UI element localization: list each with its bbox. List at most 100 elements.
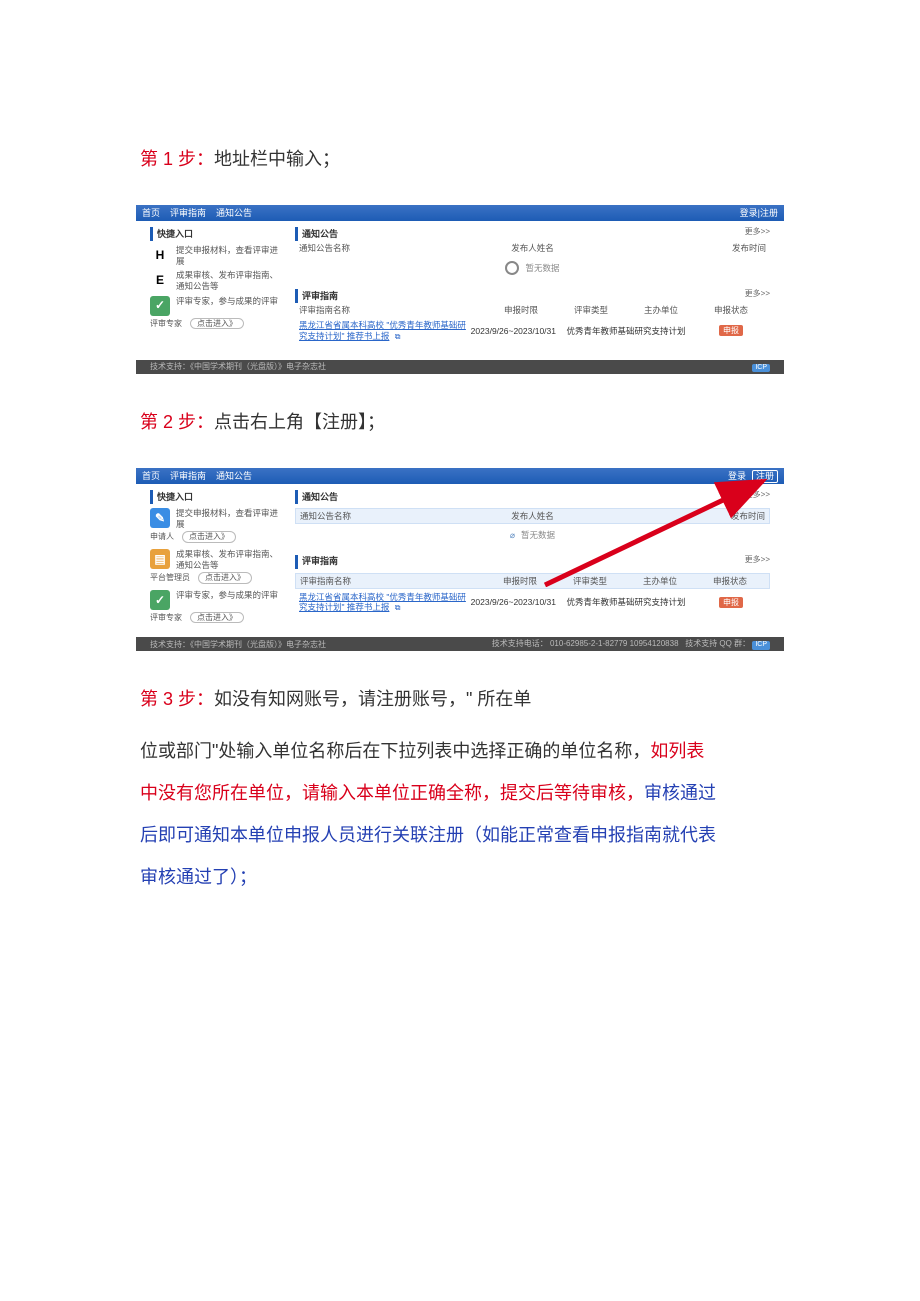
login-register-link[interactable]: 登录|注册 (740, 208, 778, 219)
screenshot-2: 首页 评审指南 通知公告 登录 注册 快捷入口 ✎ 提交申报材料，查看评审进展 (135, 467, 785, 652)
guide-col-name: 评审指南名称 (299, 305, 486, 315)
qq-badge: ICP (752, 641, 770, 649)
footer-tech: 技术支持：《中国学术期刊（光盘版）》电子杂志社 (150, 362, 326, 372)
footer-qq-label: 技术支持 QQ 群： (685, 639, 750, 648)
enter-link-3b[interactable]: 点击进入》 (190, 612, 244, 624)
letter-e-icon: E (150, 270, 170, 290)
letter-h-icon: H (150, 245, 170, 265)
step-3-heading: 第 3 步：如没有知网账号，请注册账号，" 所在单 (140, 680, 780, 718)
entry-manager-text-2: 成果审核、发布评审指南、通知公告等 (176, 549, 285, 570)
step-3-paragraph: 位或部门"处输入单位名称后在下拉列表中选择正确的单位名称，如列表 中没有您所在单… (140, 730, 780, 898)
guide-data-row-2: 黑龙江省省属本科高校 "优秀青年教师基础研究支持计划" 推荐书上报 ⧉ 2023… (295, 589, 770, 616)
guide-col-status: 申报状态 (696, 305, 766, 315)
screenshot-footer-2: 技术支持：《中国学术期刊（光盘版）》电子杂志社 技术支持电话： 010-6298… (136, 637, 784, 651)
nav-notice-2[interactable]: 通知公告 (216, 471, 252, 482)
notice-more-link-2[interactable]: 更多>> (745, 490, 770, 500)
para-line1-red: 如列表 (650, 741, 704, 761)
notice-col-time-2: 发布时间 (610, 511, 765, 521)
step-1-heading: 第 1 步：地址栏中输入； (140, 140, 780, 178)
notice-section-title: 通知公告 (295, 227, 770, 241)
notice-col-name-2: 通知公告名称 (300, 511, 455, 521)
notice-col-time: 发布时间 (610, 243, 766, 253)
book-check-icon-2: ✓ (150, 590, 170, 610)
copy-icon[interactable]: ⧉ (395, 332, 401, 341)
role-expert: 评审专家 (150, 319, 182, 329)
guide-more-link[interactable]: 更多>> (745, 289, 770, 299)
book-check-icon: ✓ (150, 296, 170, 316)
notice-col-author: 发布人姓名 (455, 243, 611, 253)
applicant-icon: ✎ (150, 508, 170, 528)
entry-expert: ✓ 评审专家，参与成果的评审 (150, 296, 285, 316)
empty-circle-icon (505, 261, 519, 275)
role-manager: 平台管理员 (150, 573, 190, 583)
guide-type: 优秀青年教师基础研究支持计划 (556, 326, 696, 336)
guide-section-title-2: 评审指南 (295, 555, 770, 569)
screenshot-footer: 技术支持：《中国学术期刊（光盘版）》电子杂志社 ICP (136, 360, 784, 374)
step-2-heading: 第 2 步：点击右上角【注册】； (140, 403, 780, 441)
entry-expert-text: 评审专家，参与成果的评审 (176, 296, 278, 307)
guide-col-period-2: 申报时限 (485, 576, 555, 586)
footer-tech-2: 技术支持：《中国学术期刊（光盘版）》电子杂志社 (150, 640, 326, 650)
guide-period-2: 2023/9/26~2023/10/31 (471, 597, 556, 607)
enter-link-2b[interactable]: 点击进入》 (198, 572, 252, 584)
top-nav-bar-2: 首页 评审指南 通知公告 登录 注册 (136, 468, 784, 484)
para-line1-black: 位或部门"处输入单位名称后在下拉列表中选择正确的单位名称， (140, 741, 650, 761)
register-button[interactable]: 注册 (752, 470, 778, 483)
notice-no-data: 暂无数据 (295, 255, 770, 281)
step-1-text: 地址栏中输入； (214, 149, 340, 169)
role-expert-2: 评审专家 (150, 613, 182, 623)
role-applicant: 申请人 (150, 532, 174, 542)
enter-link-3[interactable]: 点击进入》 (190, 318, 244, 330)
guide-col-type-2: 评审类型 (555, 576, 625, 586)
step-3-prefix: 第 3 步： (140, 689, 214, 709)
guide-title-link[interactable]: 黑龙江省省属本科高校 "优秀青年教师基础研究支持计划" 推荐书上报 (299, 320, 466, 340)
entry-manager-2: ▤ 成果审核、发布评审指南、通知公告等 (150, 549, 285, 570)
entry-applicant-text: 提交申报材料，查看评审进展 (176, 245, 285, 266)
step-2-text: 点击右上角【注册】； (214, 412, 385, 432)
nav-home[interactable]: 首页 (142, 208, 160, 219)
guide-title-link-2[interactable]: 黑龙江省省属本科高校 "优秀青年教师基础研究支持计划" 推荐书上报 (299, 592, 466, 612)
icp-badge: ICP (752, 364, 770, 372)
step-2-prefix: 第 2 步： (140, 412, 214, 432)
status-badge[interactable]: 申报 (719, 325, 743, 336)
guide-col-name-2: 评审指南名称 (300, 576, 485, 586)
manager-icon: ▤ (150, 549, 170, 569)
entry-expert-2: ✓ 评审专家，参与成果的评审 (150, 590, 285, 610)
entry-manager: E 成果审核、发布评审指南、通知公告等 (150, 270, 285, 291)
guide-col-host: 主办单位 (626, 305, 696, 315)
enter-link-1b[interactable]: 点击进入》 (182, 531, 236, 543)
para-line2-red: 中没有您所在单位，请输入本单位正确全称，提交后等待审核， (140, 783, 644, 803)
nav-notice[interactable]: 通知公告 (216, 208, 252, 219)
footer-phone-label: 技术支持电话： (492, 639, 548, 648)
nav-home-2[interactable]: 首页 (142, 471, 160, 482)
login-link[interactable]: 登录 (728, 471, 746, 482)
nav-guide[interactable]: 评审指南 (170, 208, 206, 219)
footer-phone-num: 010-62985-2-1-82779 10954120838 (550, 639, 679, 648)
guide-section-title: 评审指南 (295, 289, 770, 303)
guide-col-host-2: 主办单位 (625, 576, 695, 586)
entry-applicant-2: ✎ 提交申报材料，查看评审进展 (150, 508, 285, 529)
guide-more-link-2[interactable]: 更多>> (745, 555, 770, 565)
notice-more-link[interactable]: 更多>> (745, 227, 770, 237)
guide-col-type: 评审类型 (556, 305, 626, 315)
notice-col-author-2: 发布人姓名 (455, 511, 610, 521)
para-line4-blue: 审核通过了）； (140, 867, 257, 887)
guide-data-row: 黑龙江省省属本科高校 "优秀青年教师基础研究支持计划" 推荐书上报 ⧉ 2023… (295, 317, 770, 344)
guide-col-status-2: 申报状态 (695, 576, 765, 586)
notice-no-data-2: ⌀ 暂无数据 (295, 524, 770, 546)
guide-type-2: 优秀青年教师基础研究支持计划 (556, 597, 696, 607)
copy-icon-2[interactable]: ⧉ (395, 603, 401, 612)
quick-entry-title: 快捷入口 (150, 227, 285, 241)
entry-applicant: H 提交申报材料，查看评审进展 (150, 245, 285, 266)
guide-col-period: 申报时限 (486, 305, 556, 315)
status-badge-2[interactable]: 申报 (719, 597, 743, 608)
para-line2-blue: 审核通过 (644, 783, 716, 803)
para-line3-blue: 后即可通知本单位申报人员进行关联注册（如能正常查看申报指南就代表 (140, 825, 716, 845)
step-1-prefix: 第 1 步： (140, 149, 214, 169)
guide-period: 2023/9/26~2023/10/31 (471, 326, 556, 336)
nav-guide-2[interactable]: 评审指南 (170, 471, 206, 482)
entry-applicant-text-2: 提交申报材料，查看评审进展 (176, 508, 285, 529)
quick-entry-title-2: 快捷入口 (150, 490, 285, 504)
top-nav-bar: 首页 评审指南 通知公告 登录|注册 (136, 205, 784, 221)
document-page: 第 1 步：地址栏中输入； 首页 评审指南 通知公告 登录|注册 快捷入口 (0, 0, 920, 1301)
